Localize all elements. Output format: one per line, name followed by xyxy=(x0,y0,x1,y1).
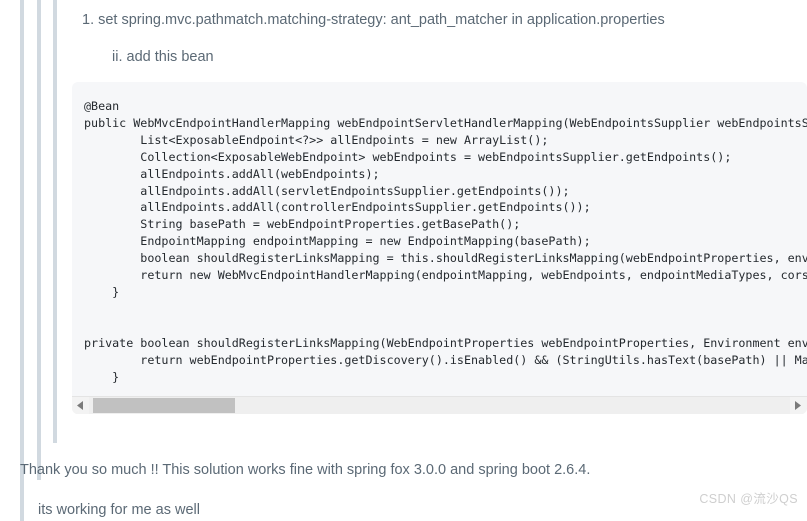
scroll-right-arrow-icon[interactable] xyxy=(790,397,807,414)
scrollbar-track[interactable] xyxy=(89,397,790,414)
code-horizontal-scrollbar[interactable] xyxy=(72,396,807,414)
code-content: @Bean public WebMvcEndpointHandlerMappin… xyxy=(84,99,807,384)
list-item-step-2: ii. add this bean xyxy=(112,49,214,65)
quote-bar-level-2 xyxy=(37,0,41,480)
scroll-left-arrow-icon[interactable] xyxy=(72,397,89,414)
comment-quoted: Thank you so much !! This solution works… xyxy=(20,462,591,478)
code-block: @Bean public WebMvcEndpointHandlerMappin… xyxy=(72,82,807,414)
list-item-step-1: 1. set spring.mvc.pathmatch.matching-str… xyxy=(82,12,665,28)
csdn-watermark: CSDN @流沙QS xyxy=(699,492,798,506)
scrollbar-thumb[interactable] xyxy=(93,398,235,413)
quote-bar-level-3 xyxy=(53,0,57,443)
answer-content: 1. set spring.mvc.pathmatch.matching-str… xyxy=(72,0,807,521)
code-scroll-viewport: @Bean public WebMvcEndpointHandlerMappin… xyxy=(72,82,807,392)
quote-bar-level-1 xyxy=(20,0,24,521)
comment-plain: its working for me as well xyxy=(38,502,200,518)
